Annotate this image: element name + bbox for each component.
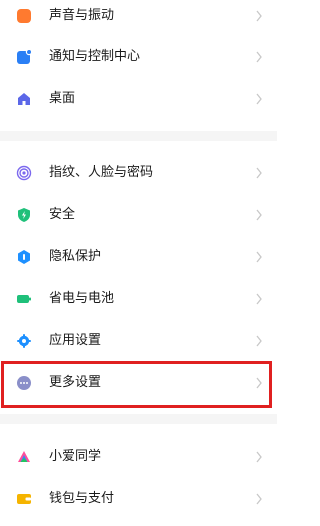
settings-item-sound[interactable]: 声音与振动 [0,0,277,36]
gear-icon [17,334,31,348]
settings-item-label: 隐私保护 [49,249,102,264]
sound-vibration-icon [17,9,31,23]
settings-item-more-settings[interactable]: 更多设置 [0,363,277,403]
chevron-right-icon [256,493,262,505]
fingerprint-icon [16,165,32,181]
section-divider [0,414,277,424]
settings-item-security[interactable]: 安全 [0,195,277,235]
settings-item-label: 桌面 [49,91,76,106]
settings-item-wallet[interactable]: 钱包与支付 [0,479,277,519]
chevron-right-icon [256,251,262,263]
wallet-icon [17,494,31,504]
xiaoai-icon [18,451,30,462]
settings-item-label: 指纹、人脸与密码 [49,165,154,180]
settings-item-desktop[interactable]: 桌面 [0,79,277,119]
settings-item-label: 通知与控制中心 [49,49,141,64]
notification-icon [17,49,32,64]
settings-item-notifications[interactable]: 通知与控制中心 [0,37,277,77]
privacy-icon [18,250,30,264]
chevron-right-icon [256,335,262,347]
settings-item-label: 声音与振动 [49,8,115,23]
settings-item-label: 钱包与支付 [49,491,115,506]
home-icon [18,93,30,105]
battery-icon [17,295,31,303]
settings-item-label: 省电与电池 [49,291,115,306]
settings-item-fingerprint[interactable]: 指纹、人脸与密码 [0,153,277,193]
settings-item-app-settings[interactable]: 应用设置 [0,321,277,361]
chevron-right-icon [256,377,262,389]
chevron-right-icon [256,51,262,63]
settings-item-battery[interactable]: 省电与电池 [0,279,277,319]
section-divider [0,131,277,141]
shield-icon [18,208,30,222]
settings-item-label: 更多设置 [49,375,102,390]
chevron-right-icon [256,451,262,463]
settings-item-xiaoai[interactable]: 小爱同学 [0,437,277,477]
chevron-right-icon [256,10,262,22]
settings-item-label: 安全 [49,207,76,222]
chevron-right-icon [256,167,262,179]
settings-item-privacy[interactable]: 隐私保护 [0,237,277,277]
settings-item-label: 应用设置 [49,333,102,348]
chevron-right-icon [256,93,262,105]
settings-item-label: 小爱同学 [49,449,102,464]
chevron-right-icon [256,293,262,305]
chevron-right-icon [256,209,262,221]
more-icon [17,376,31,390]
